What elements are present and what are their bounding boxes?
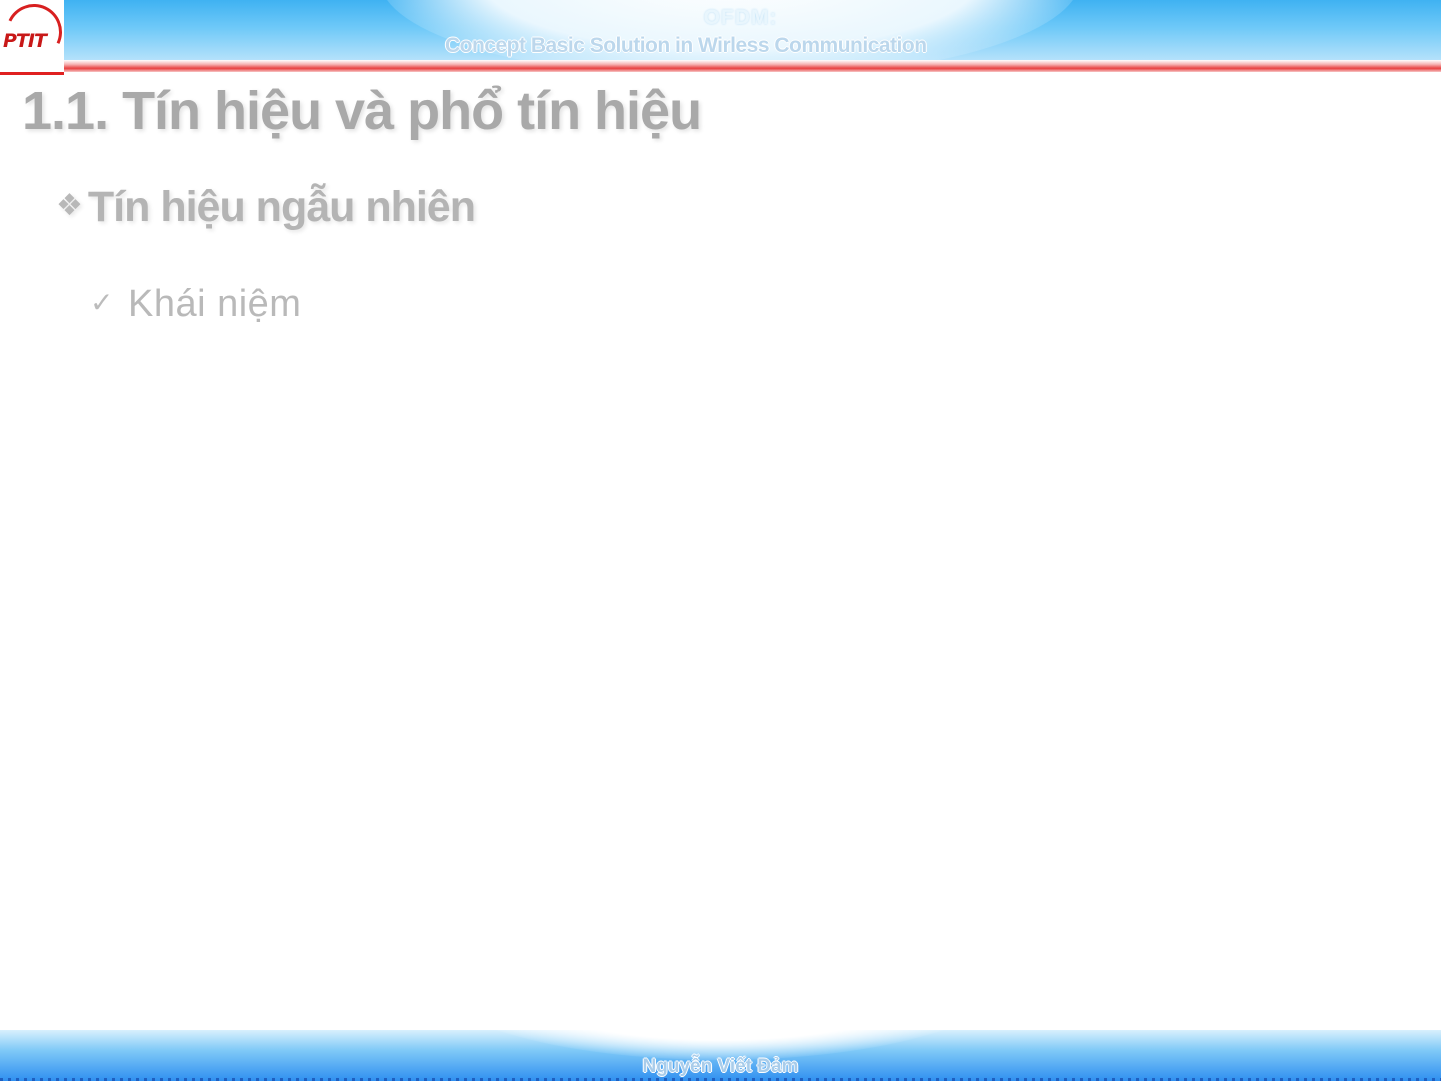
slide-header: OFDM: Concept Basic Solution in Wirless … (0, 0, 1441, 62)
checkmark-bullet-icon: ✓ (90, 286, 114, 319)
slide-footer: Nguyễn Viết Đảm (0, 1030, 1441, 1081)
header-subtitle: Concept Basic Solution in Wirless Commun… (445, 34, 927, 57)
slide-title: 1.1. Tín hiệu và phổ tín hiệu (22, 81, 702, 141)
bullet-level-1: ❖ Tín hiệu ngẫu nhiên (56, 183, 476, 232)
header-title: OFDM: (703, 6, 778, 29)
bullet-level-1-text: Tín hiệu ngẫu nhiên (87, 183, 476, 231)
diamond-bullet-icon: ❖ (56, 189, 83, 222)
bullet-level-2: ✓ Khái niệm (90, 283, 301, 326)
ptit-logo: PTIT (0, 0, 70, 75)
logo-text: PTIT (3, 30, 47, 52)
header-red-stripe (0, 60, 1441, 72)
bullet-level-2-text: Khái niệm (127, 283, 302, 325)
footer-author: Nguyễn Viết Đảm (642, 1056, 799, 1077)
